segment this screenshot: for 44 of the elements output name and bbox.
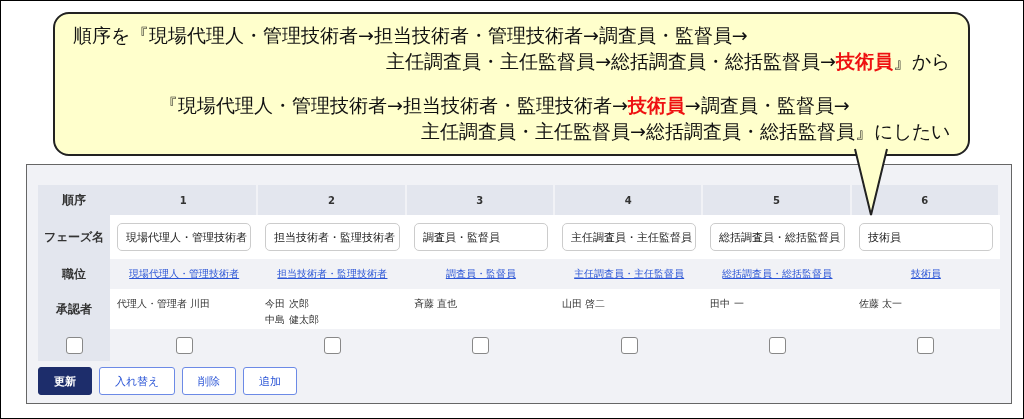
phase-name-field[interactable]: 技術員 [858,223,993,251]
approver-name: 今田 次郎 [265,297,309,311]
row-header: 承認者 [38,289,110,329]
action-button[interactable]: 入れ替え [99,367,175,395]
phase-name-field[interactable]: 主任調査員・主任監督員 [562,223,697,251]
column-header: 4 [555,185,704,215]
callout-text: 主任調査員・主任監督員→総括調査員・総括監督員→技術員』から [386,49,950,74]
callout-text: 主任調査員・主任監督員→総括調査員・総括監督員』にしたい [421,119,950,144]
approver-name: 斉藤 直也 [413,297,457,311]
checkbox[interactable] [917,336,935,354]
row-header: フェーズ名 [38,215,110,259]
approver-name: 中島 健太郎 [265,313,319,327]
checkbox[interactable] [175,336,193,354]
callout-text: 順序を『現場代理人・管理技術者→担当技術者・管理技術者→調査員・監督員→ [73,23,748,48]
checkbox[interactable] [65,336,83,354]
approver-name: 山田 啓二 [562,297,606,311]
checkbox[interactable] [472,336,490,354]
column-header: 3 [406,185,555,215]
phase-name-field[interactable]: 総括調査員・総括監督員 [710,223,845,251]
action-button[interactable]: 追加 [243,367,297,395]
role-link[interactable]: 技術員 [910,267,941,281]
phase-name-field[interactable]: 担当技術者・監理技術者 [265,223,400,251]
row-header: 順序 [38,185,110,215]
action-button[interactable]: 更新 [38,367,92,395]
approver-name: 佐藤 太一 [858,297,902,311]
column-header: 5 [703,185,852,215]
column-header: 6 [851,185,1000,215]
role-link[interactable]: 主任調査員・主任監督員 [574,267,685,281]
checkbox[interactable] [769,336,786,354]
column-header: 1 [110,185,259,215]
checkbox[interactable] [620,336,638,354]
checkbox[interactable] [324,336,341,354]
approver-name: 代理人・管理者 川田 [117,297,211,311]
approver-name: 田中 一 [710,297,744,311]
phase-name-field[interactable]: 現場代理人・管理技術者 [117,223,252,251]
callout-text: 『現場代理人・管理技術者→担当技術者・監理技術者→技術員→調査員・監督員→ [159,93,850,118]
row-header: 職位 [38,259,110,289]
role-link[interactable]: 調査員・監督員 [445,267,516,281]
role-link[interactable]: 担当技術者・監理技術者 [277,267,388,281]
phase-name-field[interactable]: 調査員・監督員 [413,223,548,251]
role-link[interactable]: 総括調査員・総括監督員 [722,267,833,281]
role-link[interactable]: 現場代理人・管理技術者 [129,267,240,281]
column-header: 2 [258,185,407,215]
action-button[interactable]: 削除 [182,367,236,395]
